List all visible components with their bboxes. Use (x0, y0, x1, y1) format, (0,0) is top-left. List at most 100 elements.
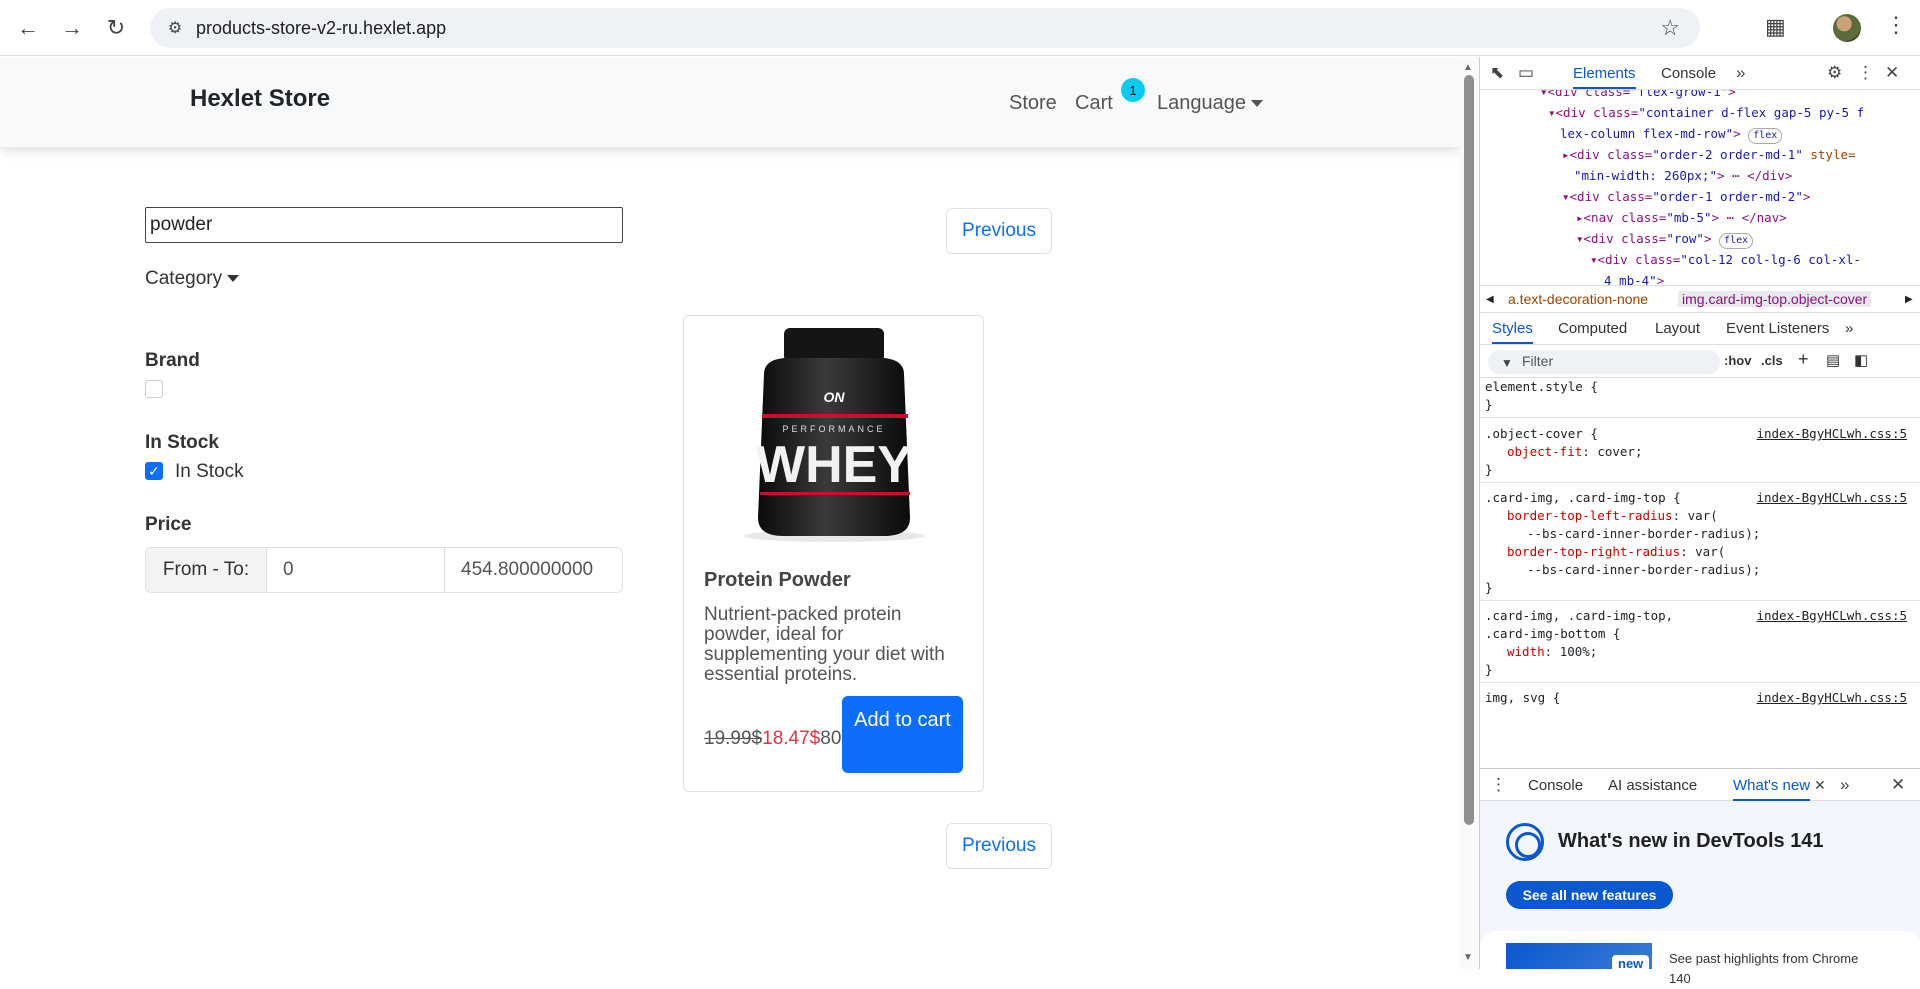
dom-node[interactable]: ▾<div class="flex-grow-1"> (1540, 90, 1736, 102)
style-declaration[interactable]: border-top-right-radius: var( (1507, 543, 1725, 561)
back-icon[interactable]: ← (14, 14, 42, 42)
paint-icon[interactable]: ▤ (1826, 351, 1840, 369)
breadcrumb-item-active[interactable]: img.card-img-top.object-cover (1678, 291, 1872, 307)
close-devtools-icon[interactable]: ✕ (1885, 63, 1899, 83)
rule-divider (1480, 682, 1920, 683)
rule-selector[interactable]: .object-cover { (1485, 425, 1598, 443)
brand-logo[interactable]: Hexlet Store (190, 85, 330, 113)
style-declaration[interactable]: object-fit: cover; (1507, 443, 1642, 461)
dom-node[interactable]: ▾<div class="row"> flex (1576, 228, 1754, 249)
rule-selector[interactable]: .card-img, .card-img-top, (1485, 607, 1673, 625)
rule-selector[interactable]: element.style { (1485, 378, 1598, 396)
dom-node[interactable]: ▾<div class="container d-flex gap-5 py-5… (1548, 102, 1864, 123)
forward-icon[interactable]: → (58, 14, 86, 42)
style-declaration[interactable]: border-top-left-radius: var( (1507, 507, 1718, 525)
devtools-menu-icon[interactable]: ⋮ (1857, 63, 1874, 83)
image-brand-text: ON (824, 389, 846, 405)
tab-console[interactable]: Console (1661, 65, 1716, 82)
dom-node[interactable]: 4 mb-4"> (1604, 270, 1664, 285)
dom-node[interactable]: ▾<div class="col-12 col-lg-6 col-xl- (1590, 249, 1861, 270)
source-link[interactable]: index-BgyHCLwh.css:5 (1756, 425, 1907, 443)
settings-gear-icon[interactable]: ⚙ (1827, 63, 1842, 83)
devtools-toolbar: ⬉ ▭ Elements Console » ⚙ ⋮ ✕ (1480, 57, 1920, 90)
browser-menu-icon[interactable]: ⋮ (1885, 12, 1907, 38)
previous-button-bottom[interactable]: Previous (946, 823, 1052, 869)
bookmark-star-icon[interactable]: ☆ (1660, 15, 1680, 41)
rule-divider (1480, 600, 1920, 601)
dom-node[interactable]: "min-width: 260px;"> ⋯ </div> (1574, 165, 1792, 186)
add-to-cart-button[interactable]: Add to cart (842, 696, 963, 773)
breadcrumb-right-icon[interactable]: ▶ (1905, 294, 1913, 305)
more-tabs-icon[interactable]: » (1736, 63, 1745, 83)
rule-close: } (1485, 397, 1493, 412)
language-dropdown[interactable]: Language (1157, 92, 1263, 115)
drawer-tab-ai-assistance[interactable]: AI assistance (1608, 777, 1697, 794)
styles-filter-input[interactable]: Filter (1488, 350, 1720, 374)
rule-close: } (1485, 580, 1493, 595)
drawer-menu-icon[interactable]: ⋮ (1490, 775, 1507, 795)
tab-event-listeners[interactable]: Event Listeners (1726, 320, 1829, 337)
more-subtabs-icon[interactable]: » (1845, 320, 1853, 337)
flex-badge[interactable]: flex (1748, 128, 1783, 144)
hov-toggle[interactable]: :hov (1724, 353, 1751, 368)
close-drawer-icon[interactable]: ✕ (1891, 775, 1905, 795)
styles-pane[interactable]: element.style { } .object-cover { index-… (1480, 378, 1920, 768)
nav-cart-link[interactable]: Cart (1075, 92, 1113, 115)
nav-store-link[interactable]: Store (1009, 92, 1057, 115)
highlights-text[interactable]: See past highlights from Chrome 140 (1669, 949, 1869, 989)
style-declaration-cont: --bs-card-inner-border-radius); (1527, 526, 1761, 541)
rule-selector[interactable]: .card-img, .card-img-top { (1485, 489, 1681, 507)
category-dropdown[interactable]: Category (145, 268, 240, 290)
styles-filter-row: Filter ▼ :hov .cls + ▤ ◧ (1480, 345, 1920, 378)
see-all-features-button[interactable]: See all new features (1506, 881, 1673, 909)
extensions-icon[interactable]: ▦ (1765, 14, 1786, 40)
url-text[interactable]: products-store-v2-ru.hexlet.app (196, 18, 446, 39)
drawer-tab-whats-new[interactable]: What's new (1733, 777, 1811, 801)
breadcrumb-left-icon[interactable]: ◀ (1486, 294, 1494, 305)
chrome-devtools-logo-icon (1506, 823, 1544, 861)
tab-elements[interactable]: Elements (1573, 65, 1636, 89)
style-declaration-cont: --bs-card-inner-border-radius); (1527, 562, 1761, 577)
cls-toggle[interactable]: .cls (1761, 353, 1783, 368)
previous-button-top[interactable]: Previous (946, 208, 1052, 254)
new-rule-icon[interactable]: + (1798, 349, 1809, 370)
source-link[interactable]: index-BgyHCLwh.css:5 (1756, 689, 1907, 707)
product-description: Nutrient-packed protein powder, ideal fo… (704, 604, 945, 685)
dom-tree[interactable]: ▾<div class="flex-grow-1"> ▾<div class="… (1480, 90, 1920, 285)
page-scrollbar-thumb[interactable] (1464, 75, 1474, 825)
brand-checkbox[interactable] (145, 380, 163, 398)
source-link[interactable]: index-BgyHCLwh.css:5 (1756, 607, 1907, 625)
reload-icon[interactable]: ↻ (102, 14, 130, 42)
drawer-tab-console[interactable]: Console (1528, 777, 1583, 794)
site-info-icon[interactable]: ⚙ (164, 17, 186, 39)
flex-badge[interactable]: flex (1719, 233, 1754, 249)
tab-styles[interactable]: Styles (1492, 320, 1533, 344)
address-bar[interactable]: ⚙ products-store-v2-ru.hexlet.app ☆ (150, 8, 1700, 48)
inspect-element-icon[interactable]: ⬉ (1490, 63, 1504, 83)
style-declaration[interactable]: width: 100%; (1507, 643, 1597, 661)
breadcrumb-item[interactable]: a.text-decoration-none (1508, 291, 1648, 307)
dom-node[interactable]: ▾<div class="order-1 order-md-2"> (1562, 186, 1810, 207)
price-from-input[interactable] (267, 548, 445, 592)
tab-computed[interactable]: Computed (1558, 320, 1627, 337)
stock-qty: 80 (820, 728, 842, 749)
old-price: 19.99$ (704, 728, 763, 749)
dom-node[interactable]: lex-column flex-md-row"> flex (1560, 123, 1783, 144)
in-stock-checkbox[interactable]: ✓ (145, 462, 163, 480)
price-to-input[interactable] (445, 548, 622, 592)
device-toggle-icon[interactable]: ▭ (1518, 63, 1534, 83)
rule-selector[interactable]: img, svg { (1485, 689, 1560, 707)
product-title: Protein Powder (704, 569, 851, 591)
source-link[interactable]: index-BgyHCLwh.css:5 (1756, 489, 1907, 507)
close-tab-icon[interactable]: ✕ (1814, 777, 1826, 794)
profile-avatar[interactable] (1833, 14, 1861, 42)
scroll-down-icon[interactable]: ▼ (1463, 952, 1473, 963)
tab-layout[interactable]: Layout (1655, 320, 1700, 337)
search-input[interactable] (145, 207, 623, 243)
dom-node[interactable]: ▸<nav class="mb-5"> ⋯ </nav> (1576, 207, 1787, 228)
more-drawer-tabs-icon[interactable]: » (1840, 775, 1849, 795)
in-stock-option-label[interactable]: In Stock (175, 461, 244, 483)
scroll-up-icon[interactable]: ▲ (1463, 62, 1473, 73)
sidebar-toggle-icon[interactable]: ◧ (1854, 351, 1868, 369)
dom-node[interactable]: ▸<div class="order-2 order-md-1" style= (1562, 144, 1856, 165)
